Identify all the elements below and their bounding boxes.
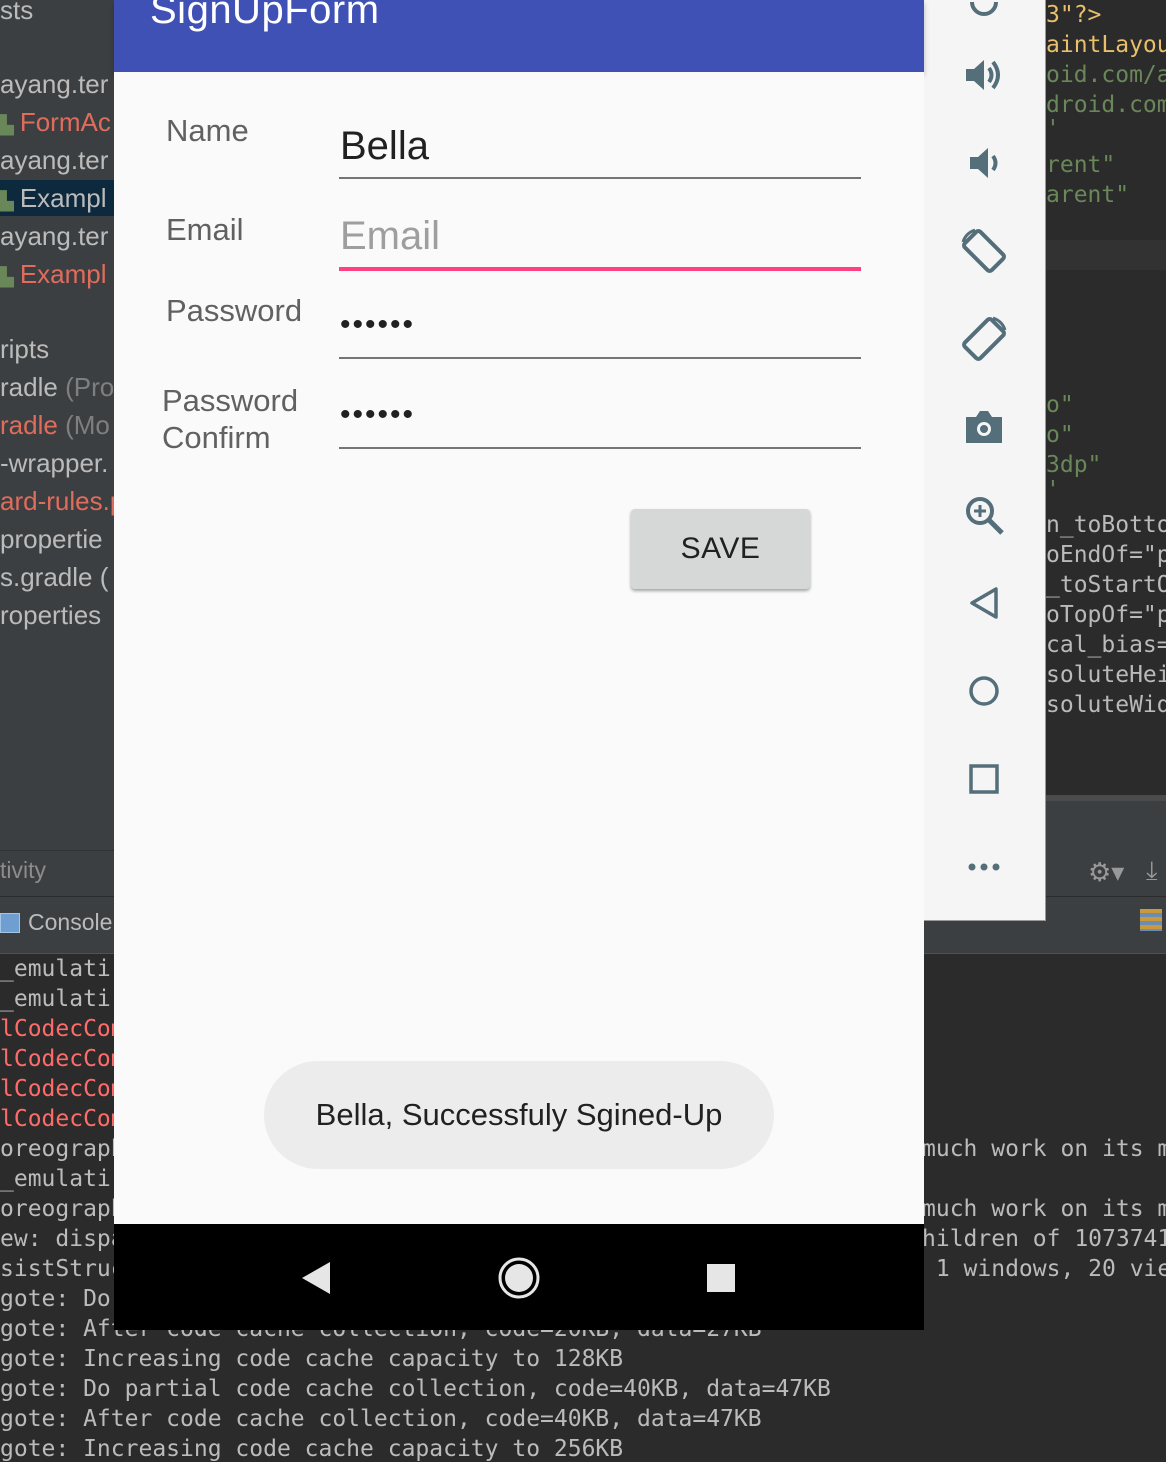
code-lines: 3"?> aintLayou oid.com/a droid.com ' ren… (1046, 0, 1166, 795)
android-nav-bar (114, 1224, 924, 1330)
code-line: cal_bias= (1046, 632, 1166, 658)
log-line: _emulati (0, 986, 111, 1012)
name-label: Name (166, 113, 249, 148)
log-line: sistStruc (0, 1256, 125, 1282)
camera-icon[interactable] (954, 397, 1014, 457)
project-item-selected[interactable]: ▙ Exampl (0, 180, 114, 216)
project-item[interactable]: ripts (0, 331, 49, 367)
project-item[interactable]: s.gradle ( (0, 559, 108, 595)
nav-overview-icon[interactable] (707, 1264, 735, 1292)
project-item[interactable]: radle (Mo (0, 407, 110, 443)
project-item[interactable]: ard-rules.p (0, 483, 114, 519)
log-line: 1 windows, 20 vie (922, 1256, 1166, 1282)
log-line: oreograph (0, 1196, 125, 1222)
log-line: gote: Increasing code cache capacity to … (0, 1346, 624, 1372)
password-underline (339, 357, 861, 359)
code-line: oid.com/a (1046, 62, 1166, 88)
project-item[interactable]: -wrapper. (0, 445, 108, 481)
code-line: arent" (1046, 182, 1130, 208)
zoom-icon[interactable] (954, 485, 1014, 545)
code-line: soluteWid (1046, 692, 1166, 718)
name-underline (339, 177, 861, 179)
tool-window-label[interactable]: tivity (0, 857, 46, 884)
gear-icon[interactable]: ⚙▾ (1088, 857, 1124, 888)
log-line: _emulati (0, 1166, 111, 1192)
code-line: oEndOf="p (1046, 542, 1166, 568)
code-line: oTopOf="p (1046, 602, 1166, 628)
project-item[interactable]: ayang.ter (0, 66, 108, 102)
email-underline-focused (339, 267, 861, 271)
log-line: lCodecCom (0, 1016, 125, 1042)
folder-icon: ▙ (0, 267, 14, 287)
log-line: gote: Do partial code cache collection, … (0, 1376, 831, 1402)
log-line: much work on its m (922, 1196, 1166, 1222)
code-line: soluteHei (1046, 662, 1166, 688)
code-line: ' (1046, 477, 1060, 503)
project-item[interactable]: ▙ FormAc (0, 104, 111, 140)
power-icon[interactable] (954, 0, 1014, 30)
rotate-left-icon[interactable] (954, 221, 1014, 281)
log-line: much work on its m (922, 1136, 1166, 1162)
project-item[interactable]: ▙ Exampl (0, 256, 107, 292)
more-icon[interactable] (954, 837, 1014, 897)
app-title: SignUpForm (150, 0, 380, 32)
project-item[interactable]: roperties (0, 597, 101, 633)
log-line: gote: Increasing code cache capacity to … (0, 1436, 624, 1462)
code-line: o" (1046, 392, 1074, 418)
password-confirm-input[interactable]: •••••• (340, 398, 415, 432)
volume-down-icon[interactable] (954, 133, 1014, 193)
console-tab[interactable]: Console (28, 909, 112, 936)
nav-back-icon[interactable] (300, 1260, 332, 1301)
log-line: lCodecCom (0, 1046, 125, 1072)
code-line: _toStartO (1046, 572, 1166, 598)
log-line: hildren of 1073741 (922, 1226, 1166, 1252)
project-item[interactable]: ayang.ter (0, 142, 108, 178)
console-icon (0, 913, 20, 933)
email-input[interactable]: Email (340, 214, 440, 259)
log-line: oreograph (0, 1136, 125, 1162)
project-item[interactable]: sts (0, 0, 33, 28)
log-line: lCodecCom (0, 1106, 125, 1132)
name-input[interactable]: Bella (340, 124, 429, 169)
log-line: _emulati (0, 956, 111, 982)
nav-home-icon[interactable] (497, 1256, 541, 1305)
toast-message: Bella, Successfuly Sgined-Up (264, 1061, 774, 1169)
password-label: Password (166, 293, 303, 328)
password-confirm-underline (339, 447, 861, 449)
log-line: gote: After code cache collection, code=… (0, 1406, 762, 1432)
emulator-controls (924, 0, 1046, 921)
folder-icon: ▙ (0, 115, 14, 135)
code-line: rent" (1046, 152, 1116, 178)
password-confirm-label-line1: Password (162, 383, 299, 418)
project-item[interactable]: ayang.ter (0, 218, 108, 254)
code-line: aintLayou (1046, 32, 1166, 58)
volume-up-icon[interactable] (954, 45, 1014, 105)
code-line: droid.com (1046, 92, 1166, 118)
folder-icon: ▙ (0, 191, 14, 211)
project-item[interactable]: radle (Pro (0, 369, 114, 405)
code-line: ' (1046, 116, 1060, 142)
save-button[interactable]: SAVE (631, 509, 810, 589)
tool-window-bar: tivity (0, 850, 114, 897)
password-confirm-label-line2: Confirm (162, 420, 271, 455)
log-line: ew: dispa (0, 1226, 125, 1252)
overview-icon[interactable] (954, 749, 1014, 809)
layout-icon[interactable] (1140, 909, 1162, 931)
email-label: Email (166, 212, 244, 247)
log-line: lCodecCom (0, 1076, 125, 1102)
home-icon[interactable] (954, 661, 1014, 721)
project-panel: sts ayang.ter ▙ FormAc ayang.ter ▙ Exampl … (0, 0, 114, 850)
code-line: o" (1046, 422, 1074, 448)
rotate-right-icon[interactable] (954, 309, 1014, 369)
tool-window-header: ⚙▾ ⤓ (1046, 801, 1166, 896)
password-input[interactable]: •••••• (340, 308, 415, 342)
download-icon[interactable]: ⤓ (1146, 855, 1158, 887)
code-line: 3"?> (1046, 2, 1102, 28)
log-line: gote: Do (0, 1286, 111, 1312)
back-icon[interactable] (954, 573, 1014, 633)
code-line: n_toBotto (1046, 512, 1166, 538)
project-item[interactable]: propertie (0, 521, 103, 557)
